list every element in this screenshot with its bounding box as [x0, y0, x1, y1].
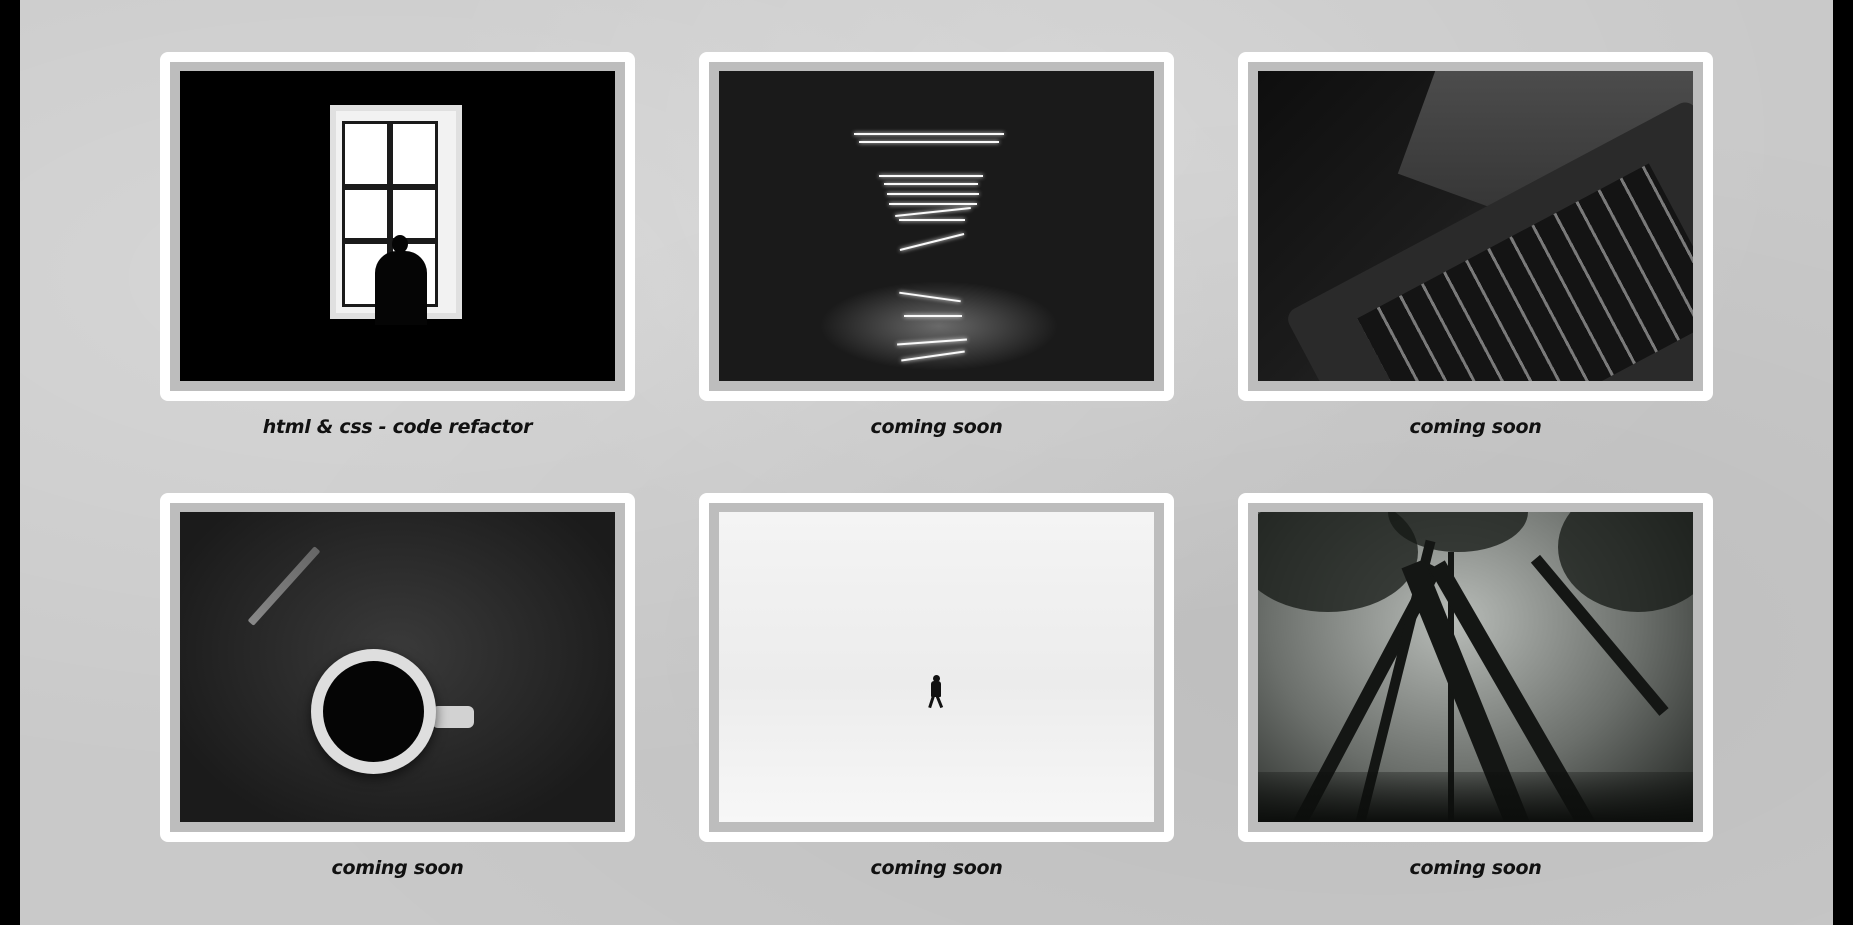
cup-handle [432, 706, 474, 728]
forest-photo[interactable] [1258, 512, 1693, 822]
laptop-keyboard-photo[interactable] [1258, 71, 1693, 381]
project-frame[interactable] [160, 493, 635, 842]
project-mat [1248, 62, 1703, 391]
project-caption[interactable]: html & css - code refactor [263, 413, 533, 441]
walker-body [931, 681, 941, 697]
project-card[interactable]: coming soon [160, 493, 635, 882]
project-card[interactable]: coming soon [1238, 493, 1713, 882]
project-mat [1248, 503, 1703, 832]
project-mat [709, 62, 1164, 391]
forest-floor [1258, 772, 1693, 822]
window-silhouette-photo[interactable] [180, 71, 615, 381]
project-frame[interactable] [160, 52, 635, 401]
project-frame[interactable] [1238, 52, 1713, 401]
person-silhouette [375, 251, 427, 325]
coffee [323, 661, 424, 762]
project-mat [709, 503, 1164, 832]
project-caption[interactable]: coming soon [331, 854, 463, 882]
project-frame[interactable] [699, 493, 1174, 842]
project-card[interactable]: coming soon [699, 52, 1174, 441]
floor-reflection [819, 281, 1059, 371]
pencil [247, 546, 321, 626]
coffee-photo[interactable] [180, 512, 615, 822]
project-caption[interactable]: coming soon [1409, 413, 1541, 441]
project-frame[interactable] [699, 52, 1174, 401]
project-mat [170, 62, 625, 391]
project-card[interactable]: coming soon [1238, 52, 1713, 441]
project-frame[interactable] [1238, 493, 1713, 842]
snow-walker-photo[interactable] [719, 512, 1154, 822]
project-caption[interactable]: coming soon [870, 854, 1002, 882]
project-gallery: html & css - code refactor coming soon c… [160, 52, 1713, 882]
light-tunnel-photo[interactable] [719, 71, 1154, 381]
project-mat [170, 503, 625, 832]
project-card[interactable]: html & css - code refactor [160, 52, 635, 441]
project-caption[interactable]: coming soon [1409, 854, 1541, 882]
portfolio-page: html & css - code refactor coming soon c… [20, 0, 1833, 925]
project-card[interactable]: coming soon [699, 493, 1174, 882]
project-caption[interactable]: coming soon [870, 413, 1002, 441]
